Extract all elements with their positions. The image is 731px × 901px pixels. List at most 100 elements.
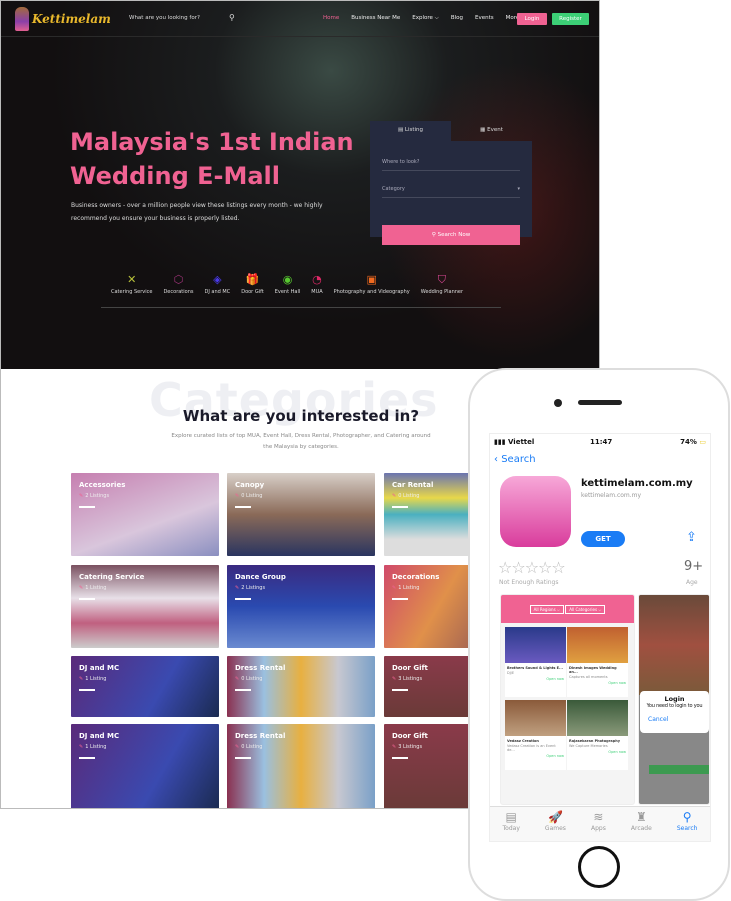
clock: 11:47 bbox=[590, 438, 613, 446]
nav-blog[interactable]: Blog bbox=[451, 15, 463, 22]
category-card-count: ✎ 1 Listing bbox=[392, 585, 419, 591]
listing-open: Open now bbox=[608, 750, 626, 754]
listing-card[interactable]: Brothers Sound & Lights E... DJ/E Open now bbox=[505, 627, 566, 697]
category-icon: ◈ bbox=[213, 273, 222, 286]
nav-home[interactable]: Home bbox=[323, 15, 339, 22]
listing-name: Rajasekaran Photography bbox=[569, 739, 620, 743]
carrier-text: Viettel bbox=[508, 438, 535, 446]
home-button[interactable] bbox=[578, 846, 620, 888]
hero-category-item[interactable]: ⛉ Wedding Planner bbox=[421, 273, 463, 295]
underline bbox=[392, 757, 408, 759]
tab-arcade[interactable]: ♜ Arcade bbox=[630, 810, 652, 841]
camera bbox=[554, 399, 562, 407]
count-text: 1 Listing bbox=[85, 585, 107, 591]
category-card[interactable]: DJ and MC ✎ 1 Listing bbox=[71, 656, 219, 717]
back-button[interactable]: ‹ Search bbox=[494, 454, 536, 465]
app-store-screen: ▮▮▮ Viettel 11:47 74% ▭ ‹ Search kettime… bbox=[489, 433, 711, 842]
tab-today[interactable]: ▤ Today bbox=[503, 810, 520, 841]
listing-card[interactable]: Dinesh Images Wedding an... Captures all … bbox=[567, 627, 628, 697]
search-icon: ⚲ bbox=[682, 810, 692, 824]
hero-category-item[interactable]: 🎁 Door Gift bbox=[241, 273, 264, 295]
app-header-bar: All Regions ⌵ All Categories ⌵ bbox=[501, 595, 634, 623]
listing-card[interactable]: Vedasz Creation Vedasz Creation is an Eve… bbox=[505, 700, 566, 770]
edit-icon: ✎ bbox=[392, 744, 397, 750]
open-bar bbox=[649, 765, 709, 774]
category-card-count: ✎ 2 Listings bbox=[79, 493, 109, 499]
games-icon: 🚀 bbox=[547, 810, 563, 824]
tab-apps[interactable]: ≋ Apps bbox=[591, 810, 606, 841]
category-icon: ⬡ bbox=[173, 273, 184, 286]
hero-category-item[interactable]: ◔ MUA bbox=[311, 273, 322, 295]
logo[interactable]: Kettimelam bbox=[15, 7, 111, 31]
search-now-label: Search Now bbox=[437, 232, 471, 238]
edit-icon: ✎ bbox=[79, 744, 84, 750]
nav-explore[interactable]: Explore ⌵ bbox=[412, 15, 439, 22]
count-text: 2 Listings bbox=[85, 493, 110, 499]
category-select[interactable]: Category ▾ bbox=[382, 186, 520, 198]
hero-category-label: MUA bbox=[311, 289, 323, 295]
hero-category-item[interactable]: ▣ Photography and Videography bbox=[334, 273, 410, 295]
tab-event-label: Event bbox=[487, 127, 503, 133]
nav-search-input[interactable]: What are you looking for? bbox=[129, 15, 200, 21]
category-card[interactable]: Dance Group ✎ 2 Listings bbox=[227, 565, 375, 648]
tab-label: Arcade bbox=[630, 825, 652, 832]
nav-business-near-me[interactable]: Business Near Me bbox=[351, 15, 400, 22]
edit-icon: ✎ bbox=[392, 676, 397, 682]
hero-section: Kettimelam What are you looking for? ⚲ H… bbox=[1, 1, 599, 369]
category-card[interactable]: DJ and MC ✎ 1 Listing bbox=[71, 724, 219, 808]
app-developer: kettimelam.com.my bbox=[581, 492, 642, 499]
category-card[interactable]: Dress Rental ✎ 0 Listing bbox=[227, 724, 375, 808]
get-button[interactable]: GET bbox=[581, 531, 625, 547]
listing-image bbox=[567, 700, 628, 736]
tab-event[interactable]: ▦ Event bbox=[451, 121, 532, 141]
category-placeholder: Category bbox=[382, 186, 405, 192]
tab-listing[interactable]: ▤ Listing bbox=[370, 121, 451, 141]
count-text: 0 Listing bbox=[241, 676, 263, 682]
login-button[interactable]: Login bbox=[517, 13, 547, 25]
age-rating: 9+ bbox=[684, 559, 704, 574]
hero-category-label: DJ and MC bbox=[204, 289, 231, 295]
screenshot-detail[interactable]: Login You need to login to you Cancel bbox=[638, 594, 710, 805]
tab-games[interactable]: 🚀 Games bbox=[544, 810, 566, 841]
back-label: Search bbox=[501, 454, 536, 465]
hero-category-label: Wedding Planner bbox=[420, 289, 464, 295]
edit-icon: ✎ bbox=[235, 585, 240, 591]
where-input[interactable]: Where to look? bbox=[382, 159, 520, 171]
tab-listing-label: Listing bbox=[404, 127, 424, 133]
hero-category-item[interactable]: ✕ Catering Service bbox=[111, 273, 152, 295]
category-card-count: ✎ 1 Listing bbox=[79, 585, 106, 591]
underline bbox=[235, 598, 251, 600]
search-now-button[interactable]: ⚲ Search Now bbox=[382, 225, 520, 245]
detail-image bbox=[639, 595, 709, 695]
search-icon[interactable]: ⚲ bbox=[229, 13, 235, 22]
category-card-title: Accessories bbox=[79, 481, 126, 489]
share-icon[interactable]: ⇪ bbox=[686, 530, 697, 545]
listing-card[interactable]: Rajasekaran Photography We Capture Memori… bbox=[567, 700, 628, 770]
category-card[interactable]: Catering Service ✎ 1 Listing bbox=[71, 565, 219, 648]
count-text: 2 Listings bbox=[241, 585, 266, 591]
screenshot-listings[interactable]: All Regions ⌵ All Categories ⌵ Brothers … bbox=[500, 594, 635, 805]
nav-menu: Home Business Near Me Explore ⌵ Blog Eve… bbox=[323, 15, 525, 22]
category-card-title: Door Gift bbox=[392, 664, 428, 672]
dialog-title: Login bbox=[664, 695, 685, 703]
hero-category-item[interactable]: ⬡ Decorations bbox=[163, 273, 193, 295]
category-card[interactable]: Accessories ✎ 2 Listings bbox=[71, 473, 219, 556]
caret-down-icon: ▾ bbox=[517, 186, 520, 192]
hero-category-item[interactable]: ◈ DJ and MC bbox=[205, 273, 231, 295]
tab-label: Games bbox=[544, 825, 566, 832]
category-card-title: Car Rental bbox=[392, 481, 434, 489]
category-card[interactable]: Canopy ✎ 0 Listing bbox=[227, 473, 375, 556]
hero-category-strip: ✕ Catering Service ⬡ Decorations ◈ DJ and MC 🎁… bbox=[111, 273, 501, 295]
listing-name: Brothers Sound & Lights E... bbox=[507, 666, 564, 670]
count-text: 0 Listing bbox=[398, 493, 420, 499]
tab-search[interactable]: ⚲ Search bbox=[677, 810, 698, 841]
register-button[interactable]: Register bbox=[552, 13, 589, 25]
nav-events[interactable]: Events bbox=[475, 15, 494, 22]
underline bbox=[235, 757, 251, 759]
hero-category-item[interactable]: ◉ Event Hall bbox=[275, 273, 301, 295]
dialog-cancel[interactable]: Cancel bbox=[640, 716, 709, 724]
category-card[interactable]: Dress Rental ✎ 0 Listing bbox=[227, 656, 375, 717]
app-icon bbox=[500, 476, 571, 547]
underline bbox=[79, 598, 95, 600]
edit-icon: ✎ bbox=[235, 676, 240, 682]
